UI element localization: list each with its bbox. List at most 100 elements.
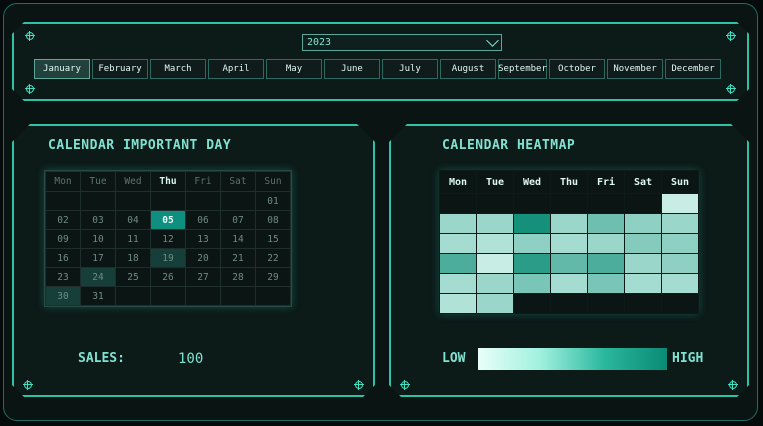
calendar-day[interactable]: 31	[81, 287, 116, 306]
calendar-day[interactable]: 27	[186, 268, 221, 287]
heatmap-cell[interactable]	[514, 274, 551, 294]
heatmap-cell[interactable]	[588, 274, 625, 294]
heatmap-weekday-header: Mon	[440, 171, 477, 194]
calendar-empty-cell	[116, 192, 151, 211]
calendar-day[interactable]: 12	[151, 230, 186, 249]
heatmap-cell[interactable]	[477, 234, 514, 254]
calendar-day[interactable]: 09	[46, 230, 81, 249]
calendar-day[interactable]: 24	[81, 268, 116, 287]
calendar-day[interactable]: 22	[256, 249, 291, 268]
calendar-day[interactable]: 23	[46, 268, 81, 287]
heatmap-cell[interactable]	[625, 254, 662, 274]
heatmap-cell[interactable]	[662, 274, 699, 294]
calendar-day[interactable]: 03	[81, 211, 116, 230]
calendar-day[interactable]: 28	[221, 268, 256, 287]
heatmap-cell[interactable]	[514, 214, 551, 234]
calendar-day[interactable]: 30	[46, 287, 81, 306]
heatmap-cell[interactable]	[514, 254, 551, 274]
calendar-day[interactable]: 25	[116, 268, 151, 287]
heatmap-week-row	[440, 294, 699, 314]
legend-high-label: HIGH	[672, 351, 704, 366]
crosshair-icon	[729, 381, 737, 389]
calendar-day[interactable]: 04	[116, 211, 151, 230]
weekday-header: Thu	[151, 172, 186, 192]
calendar-week-row: 09 10 11 12 13 14 15	[46, 230, 291, 249]
calendar-day[interactable]: 02	[46, 211, 81, 230]
month-button-august[interactable]: August	[440, 59, 496, 79]
calendar-week-row: 02 03 04 05 06 07 08	[46, 211, 291, 230]
month-button-april[interactable]: April	[208, 59, 264, 79]
month-button-december[interactable]: December	[665, 59, 721, 79]
heatmap-cell[interactable]	[551, 214, 588, 234]
calendar-day[interactable]: 14	[221, 230, 256, 249]
month-button-may[interactable]: May	[266, 59, 322, 79]
heatmap-cell[interactable]	[588, 214, 625, 234]
year-select[interactable]: 2023	[302, 34, 502, 51]
heatmap-empty-cell	[514, 194, 551, 214]
month-button-june[interactable]: June	[324, 59, 380, 79]
weekday-header: Tue	[81, 172, 116, 192]
heatmap-cell[interactable]	[514, 234, 551, 254]
crosshair-icon	[355, 381, 363, 389]
month-button-march[interactable]: March	[150, 59, 206, 79]
calendar-day[interactable]: 10	[81, 230, 116, 249]
heatmap-cell[interactable]	[477, 274, 514, 294]
calendar-day[interactable]: 08	[256, 211, 291, 230]
heatmap-cell[interactable]	[440, 254, 477, 274]
month-button-september[interactable]: September	[498, 59, 547, 79]
heatmap-cell[interactable]	[588, 254, 625, 274]
heatmap-cell[interactable]	[662, 214, 699, 234]
calendar-day[interactable]: 21	[221, 249, 256, 268]
heatmap-cell[interactable]	[477, 294, 514, 314]
calendar-empty-cell	[256, 287, 291, 306]
heatmap-cell[interactable]	[625, 234, 662, 254]
heatmap-cell[interactable]	[440, 274, 477, 294]
heatmap-cell[interactable]	[588, 234, 625, 254]
sales-value: 100	[178, 351, 204, 367]
heatmap-cell[interactable]	[440, 294, 477, 314]
month-button-february[interactable]: February	[92, 59, 148, 79]
weekday-header: Fri	[186, 172, 221, 192]
heatmap-cell[interactable]	[551, 254, 588, 274]
calendar-day[interactable]: 29	[256, 268, 291, 287]
calendar-day[interactable]: 15	[256, 230, 291, 249]
calendar-day[interactable]: 20	[186, 249, 221, 268]
month-button-january[interactable]: January	[34, 59, 90, 79]
calendar-day[interactable]: 26	[151, 268, 186, 287]
heatmap-cell[interactable]	[477, 214, 514, 234]
heatmap-week-row	[440, 274, 699, 294]
calendar-day[interactable]: 11	[116, 230, 151, 249]
calendar-day[interactable]: 17	[81, 249, 116, 268]
calendar-day[interactable]: 13	[186, 230, 221, 249]
heatmap-cell[interactable]	[551, 274, 588, 294]
heatmap-cell[interactable]	[662, 234, 699, 254]
heatmap-cell[interactable]	[440, 214, 477, 234]
month-selector-panel: 2023 January February March April May June Jul…	[12, 22, 749, 101]
heatmap-cell[interactable]	[662, 194, 699, 214]
heatmap-cell[interactable]	[551, 234, 588, 254]
heatmap-weekday-header: Tue	[477, 171, 514, 194]
calendar-day[interactable]: 16	[46, 249, 81, 268]
calendar-day[interactable]: 19	[151, 249, 186, 268]
calendar-day[interactable]: 18	[116, 249, 151, 268]
heatmap-cell[interactable]	[625, 274, 662, 294]
month-button-november[interactable]: November	[607, 59, 663, 79]
calendar-empty-cell	[151, 192, 186, 211]
heatmap-grid: Mon Tue Wed Thu Fri Sat Sun	[439, 170, 699, 314]
heatmap-cell[interactable]	[477, 254, 514, 274]
calendar-day[interactable]: 06	[186, 211, 221, 230]
heatmap-cell[interactable]	[625, 214, 662, 234]
heatmap-cell[interactable]	[440, 234, 477, 254]
heatmap-week-row	[440, 194, 699, 214]
month-button-october[interactable]: October	[549, 59, 605, 79]
calendar-day[interactable]: 01	[256, 192, 291, 211]
heatmap-cell[interactable]	[662, 254, 699, 274]
heatmap-week-row	[440, 254, 699, 274]
calendar-empty-cell	[81, 192, 116, 211]
heatmap-empty-cell	[440, 194, 477, 214]
calendar-day[interactable]: 07	[221, 211, 256, 230]
calendar-empty-cell	[186, 287, 221, 306]
calendar-day[interactable]: 05	[151, 211, 186, 230]
heatmap-week-row	[440, 234, 699, 254]
month-button-july[interactable]: July	[382, 59, 438, 79]
